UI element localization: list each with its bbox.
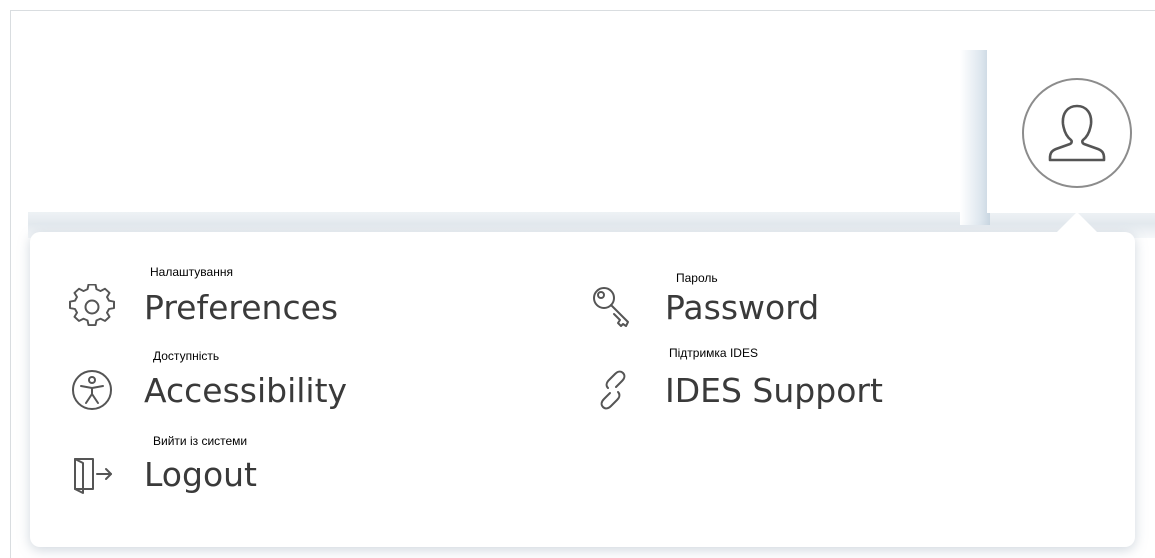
caption-logout: Вийти із системи: [153, 434, 248, 448]
link-icon: [588, 365, 638, 415]
logout-icon: [67, 449, 117, 499]
menu-item-ides-support[interactable]: IDES Support: [588, 365, 883, 415]
gear-icon: [67, 282, 117, 332]
ides-support-label: IDES Support: [665, 370, 883, 410]
dropdown-caret: [1055, 212, 1099, 234]
user-avatar-button[interactable]: [1022, 78, 1132, 188]
menu-item-logout[interactable]: Logout: [67, 449, 257, 499]
preferences-label: Preferences: [144, 287, 339, 327]
caption-preferences: Налаштування: [150, 265, 233, 279]
caption-accessibility: Доступність: [153, 349, 220, 363]
menu-item-password[interactable]: Password: [588, 282, 819, 332]
accessibility-icon: [67, 365, 117, 415]
key-icon: [588, 282, 638, 332]
menu-item-preferences[interactable]: Preferences: [67, 282, 338, 332]
accessibility-label: Accessibility: [144, 370, 348, 410]
caption-ides-support: Підтримка IDES: [669, 346, 758, 360]
user-icon: [1048, 104, 1106, 162]
logout-label: Logout: [144, 454, 257, 494]
avatar-panel-shadow: [960, 50, 990, 225]
menu-item-accessibility[interactable]: Accessibility: [67, 365, 347, 415]
password-label: Password: [665, 287, 820, 327]
